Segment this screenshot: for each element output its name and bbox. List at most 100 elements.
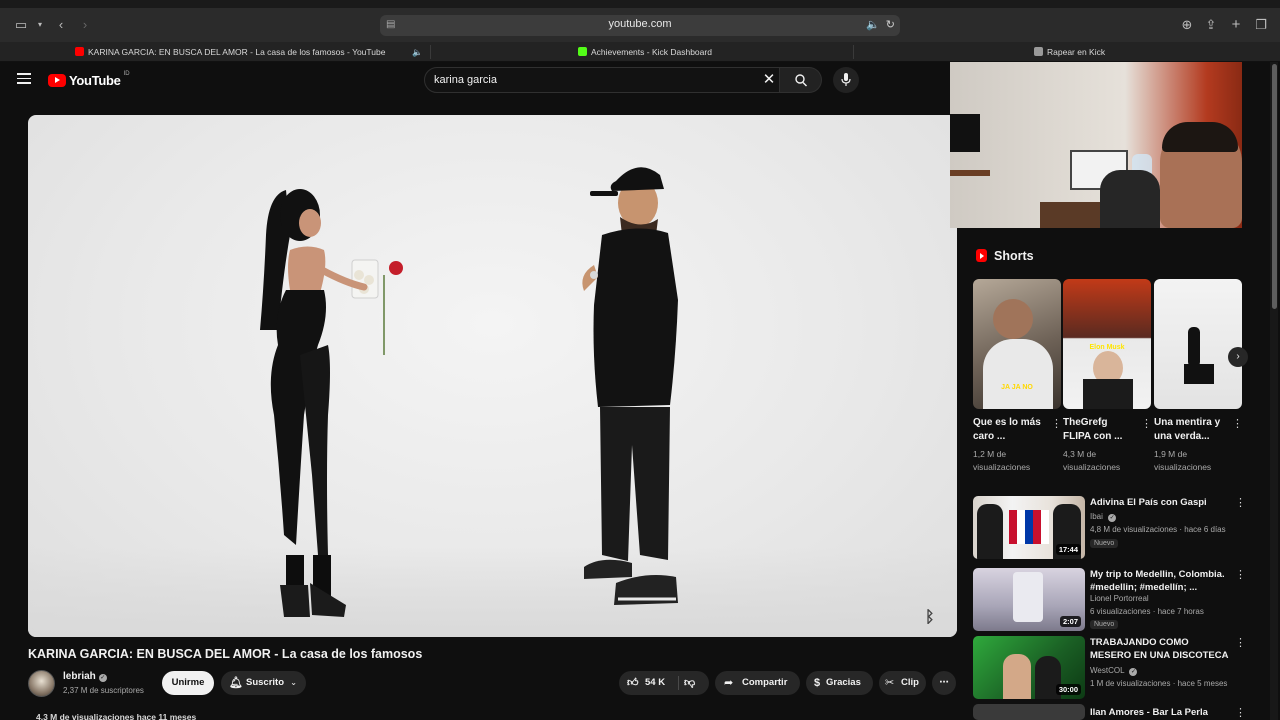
video-frame-illustration xyxy=(260,167,678,617)
search-button[interactable] xyxy=(780,67,822,93)
rec-channel-text: WestCOL xyxy=(1090,666,1125,675)
more-vertical-icon[interactable]: ⋮ xyxy=(1235,706,1246,719)
video-player[interactable]: ᛒ xyxy=(28,115,957,637)
share-button[interactable]: ➦ Compartir xyxy=(715,671,800,695)
rec-title[interactable]: TRABAJANDO COMO MESERO EN UNA DISCOTECA … xyxy=(1090,636,1230,662)
youtube-play-icon xyxy=(48,73,66,87)
chevron-down-icon: ⌄ xyxy=(290,678,297,687)
short-views: 1,9 M de visualizaciones xyxy=(1154,449,1212,472)
more-vertical-icon[interactable]: ⋮ xyxy=(1141,417,1152,430)
more-vertical-icon[interactable]: ⋮ xyxy=(1235,496,1246,509)
voice-search-button[interactable] xyxy=(833,67,859,93)
thumbs-up-icon[interactable]: 👍︎ xyxy=(627,671,639,695)
rec-thumb-statue xyxy=(1013,572,1043,622)
youtube-favicon-icon xyxy=(75,47,84,56)
recommended-video[interactable]: 2:07 My trip to Medellin, Colombia. #med… xyxy=(973,568,1246,631)
forward-icon[interactable]: › xyxy=(76,16,94,34)
rec-thumbnail[interactable]: 30:00 xyxy=(973,636,1085,699)
chevron-down-icon[interactable]: ▾ xyxy=(31,16,49,34)
chevron-right-icon[interactable]: › xyxy=(1228,347,1248,367)
recommended-video[interactable]: 17:44 Adivina El País con Gaspi Ibai ✓ 4… xyxy=(973,496,1246,559)
speaker-icon[interactable]: 🔈 xyxy=(866,18,880,31)
thumbs-down-icon[interactable]: 👎︎ xyxy=(684,671,695,695)
short-thumbnail[interactable] xyxy=(1154,279,1242,409)
address-bar[interactable]: ▤ youtube.com 🔈 ↻ xyxy=(380,15,900,36)
short-thumbnail[interactable]: Elon Musk xyxy=(1063,279,1151,409)
tab-kick-dashboard[interactable]: Achievements - Kick Dashboard xyxy=(578,42,848,62)
woman-figure xyxy=(260,189,403,617)
thanks-button[interactable]: $ Gracias xyxy=(806,671,873,695)
scrollbar-thumb[interactable] xyxy=(1272,64,1277,309)
short-card[interactable]: Una mentira y una verda... ⋮ 1,9 M de vi… xyxy=(1154,279,1243,472)
clip-button[interactable]: ✂ Clip xyxy=(879,671,926,695)
subscribed-button[interactable]: 🔔︎ Suscrito ⌄ xyxy=(221,671,306,695)
webcam-shelf xyxy=(950,170,990,176)
reload-icon[interactable]: ↻ xyxy=(886,18,895,31)
share-icon[interactable]: ⇪ xyxy=(1202,16,1220,34)
tab-label: KARINA GARCIA: EN BUSCA DEL AMOR - La ca… xyxy=(88,47,386,57)
sidebar-toggle-icon[interactable]: ▭ xyxy=(12,16,30,34)
short-thumbnail[interactable]: JA JA NO xyxy=(973,279,1061,409)
rec-duration: 30:00 xyxy=(1055,684,1081,695)
rec-title[interactable]: Adivina El País con Gaspi xyxy=(1090,496,1230,509)
super-thanks-icon: $ xyxy=(814,677,821,689)
webcam-chair xyxy=(1100,170,1160,228)
subscriber-count: 2,37 M de suscriptores xyxy=(63,686,144,695)
youtube-logo[interactable]: YouTube ID xyxy=(48,71,130,88)
man-figure xyxy=(582,167,678,605)
recommended-video[interactable]: 30:00 TRABAJANDO COMO MESERO EN UNA DISC… xyxy=(973,636,1246,699)
new-badge: Nuevo xyxy=(1090,539,1119,548)
rec-thumb-banner xyxy=(979,644,1079,658)
window-frame xyxy=(0,0,1280,8)
subscribed-label: Suscrito xyxy=(246,677,285,688)
short-card[interactable]: Elon Musk TheGrefg FLIPA con ... ⋮ 4,3 M… xyxy=(1063,279,1152,472)
channel-avatar[interactable] xyxy=(28,670,55,697)
rec-channel[interactable]: Lionel Portorreal xyxy=(1090,594,1149,603)
short-views: 1,2 M de visualizaciones xyxy=(973,449,1031,472)
short-card[interactable]: JA JA NO Que es lo más caro ... ⋮ 1,2 M … xyxy=(973,279,1062,472)
tab-rapear-kick[interactable]: Rapear en Kick xyxy=(1034,42,1234,62)
short-thumb-face xyxy=(993,299,1033,339)
back-icon[interactable]: ‹ xyxy=(52,16,70,34)
download-icon[interactable]: ⊕ xyxy=(1178,16,1196,34)
video-title: KARINA GARCIA: EN BUSCA DEL AMOR - La ca… xyxy=(28,647,423,661)
channel-watermark-icon[interactable]: ᛒ xyxy=(925,607,945,629)
tab-youtube[interactable]: KARINA GARCIA: EN BUSCA DEL AMOR - La ca… xyxy=(75,42,415,62)
more-vertical-icon[interactable]: ⋮ xyxy=(1051,417,1062,430)
rec-thumbnail[interactable]: 2:07 xyxy=(973,568,1085,631)
short-title[interactable]: TheGrefg FLIPA con ... xyxy=(1063,416,1133,444)
more-vertical-icon[interactable]: ⋮ xyxy=(1235,636,1246,649)
rec-meta: 4,8 M de visualizaciones · hace 6 días xyxy=(1090,525,1226,534)
join-button[interactable]: Unirme xyxy=(162,671,214,695)
rec-title[interactable]: Ilan Amores - Bar La Perla xyxy=(1090,706,1230,719)
bell-icon: 🔔︎ xyxy=(229,677,243,689)
new-tab-icon[interactable]: + xyxy=(1227,16,1245,34)
search-input[interactable] xyxy=(434,74,754,86)
share-arrow-icon: ➦ xyxy=(724,677,734,689)
short-thumb-chair xyxy=(1184,364,1214,384)
recommended-video[interactable]: Ilan Amores - Bar La Perla ⋮ xyxy=(973,704,1246,720)
new-badge: Nuevo xyxy=(1090,620,1119,629)
tab-mute-icon[interactable]: 🔈 xyxy=(412,42,426,62)
short-title[interactable]: Una mentira y una verda... xyxy=(1154,416,1224,444)
more-actions-button[interactable]: ⋯ xyxy=(932,671,956,695)
search-box[interactable] xyxy=(424,67,780,93)
region-code: ID xyxy=(123,71,130,77)
rec-duration: 2:07 xyxy=(1059,616,1081,627)
rec-channel[interactable]: Ibai ✓ xyxy=(1090,512,1117,522)
rec-thumbnail[interactable]: 17:44 xyxy=(973,496,1085,559)
rec-meta: 6 visualizaciones · hace 7 horas xyxy=(1090,607,1204,616)
menu-icon[interactable] xyxy=(17,73,31,85)
more-vertical-icon[interactable]: ⋮ xyxy=(1235,568,1246,581)
like-count[interactable]: 54 K xyxy=(645,671,665,695)
rec-title[interactable]: My trip to Medellin, Colombia. #medellin… xyxy=(1090,568,1230,594)
close-icon[interactable]: ✕ xyxy=(760,71,778,89)
rec-channel[interactable]: WestCOL ✓ xyxy=(1090,666,1138,676)
rec-thumbnail[interactable] xyxy=(973,704,1085,720)
tab-overview-icon[interactable]: ❐ xyxy=(1252,16,1270,34)
more-vertical-icon[interactable]: ⋮ xyxy=(1232,417,1243,430)
short-title[interactable]: Que es lo más caro ... xyxy=(973,416,1043,444)
clip-label: Clip xyxy=(901,677,919,688)
rec-channel-text: Ibai xyxy=(1090,512,1103,521)
channel-name[interactable]: lebriah ✓ xyxy=(63,671,107,682)
